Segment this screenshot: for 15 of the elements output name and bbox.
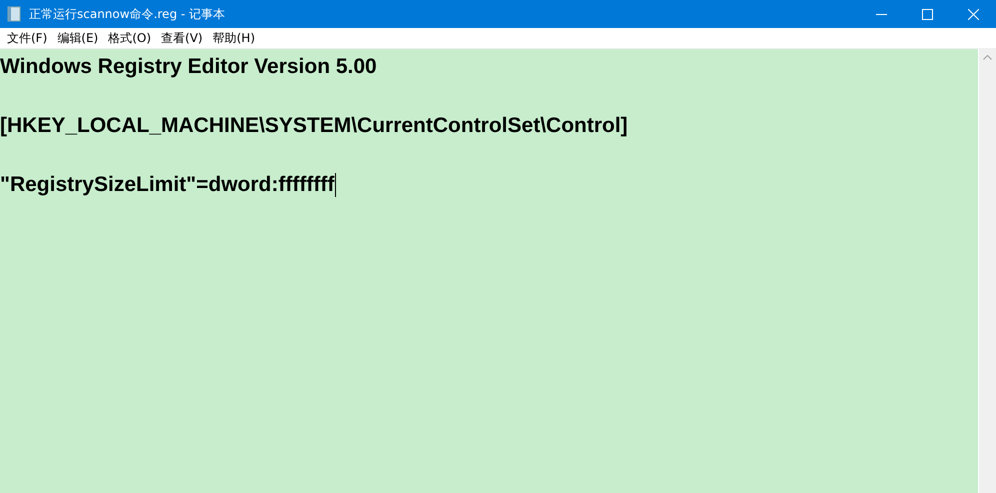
scroll-up-icon — [983, 55, 992, 60]
text-line: "RegistrySizeLimit"=dword:ffffffff — [0, 172, 334, 198]
text-line: Windows Registry Editor Version 5.00 — [0, 54, 377, 80]
vertical-scrollbar[interactable] — [978, 49, 996, 493]
menu-item[interactable]: 格式(O) — [103, 30, 156, 46]
text-line: [HKEY_LOCAL_MACHINE\SYSTEM\CurrentControlSet\Control] — [0, 113, 628, 139]
menu-item[interactable]: 帮助(H) — [208, 30, 260, 46]
menu-item[interactable]: 文件(F) — [2, 30, 52, 46]
text-editor[interactable]: Windows Registry Editor Version 5.00 [HKEY_LOCAL_MACHINE\SYSTEM\CurrentControlSet\Control] "RegistrySizeLimit"=dword:ffffffff — [0, 49, 978, 493]
menu-item[interactable]: 查看(V) — [156, 30, 208, 46]
close-icon — [968, 8, 978, 20]
maximize-icon — [922, 8, 932, 20]
window-title: 正常运行scannow命令.reg - 记事本 — [29, 6, 226, 22]
menu-item[interactable]: 编辑(E) — [52, 30, 104, 46]
notepad-icon — [7, 6, 21, 22]
